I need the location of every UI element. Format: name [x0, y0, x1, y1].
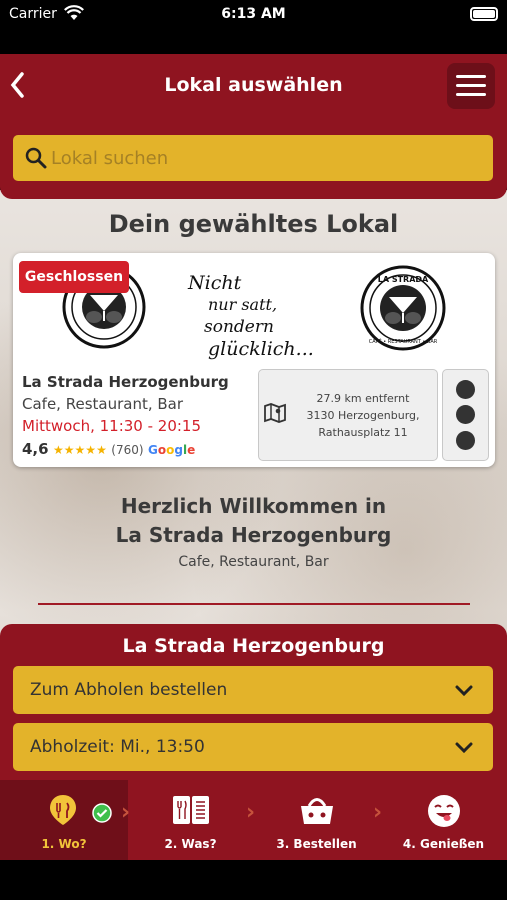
order-title: La Strada Herzogenburg	[122, 635, 385, 657]
welcome-line3: Cafe, Restaurant, Bar	[178, 554, 329, 570]
more-options-button[interactable]	[442, 369, 489, 461]
svg-text:LA STRADA: LA STRADA	[378, 275, 429, 284]
nav-step-what[interactable]: 2. Was?	[128, 780, 253, 860]
nav-label: 1. Wo?	[41, 837, 87, 851]
page-title: Lokal auswählen	[164, 74, 343, 96]
google-logo: Google	[148, 443, 196, 457]
welcome-line2: La Strada Herzogenburg	[115, 523, 392, 547]
nav-label: 4. Genießen	[402, 837, 485, 851]
location-pin-icon	[46, 793, 80, 831]
chevron-down-icon	[455, 682, 473, 701]
section-title: Dein gewähltes Lokal	[108, 210, 399, 238]
nav-step-enjoy[interactable]: 4. Genießen	[380, 780, 507, 860]
more-dots-icon	[456, 380, 475, 399]
status-spacer	[0, 30, 507, 54]
opening-hours: Mittwoch, 11:30 - 20:15	[22, 417, 202, 435]
star-rating-icon: ★★★★★	[53, 443, 107, 457]
nav-step-order[interactable]: 3. Bestellen	[253, 780, 380, 860]
basket-icon	[299, 793, 335, 831]
restaurant-type: Cafe, Restaurant, Bar	[22, 395, 184, 413]
address-line1: 3130 Herzogenburg,	[306, 409, 420, 422]
battery-icon	[470, 7, 498, 21]
address-line2: Rathausplatz 11	[318, 426, 408, 439]
pickup-time-label: Abholzeit: Mi., 13:50	[30, 737, 205, 757]
smiley-face-icon	[426, 793, 462, 833]
restaurant-name: La Strada Herzogenburg	[22, 373, 229, 391]
order-mode-dropdown[interactable]: Zum Abholen bestellen	[13, 666, 493, 714]
search-icon	[25, 147, 47, 173]
nav-label: 2. Was?	[164, 837, 217, 851]
clock: 6:13 AM	[221, 6, 286, 22]
rating-value: 4,6	[22, 440, 49, 458]
status-badge: Geschlossen	[19, 261, 129, 293]
chevron-down-icon	[455, 739, 473, 758]
rating-row: 4,6 ★★★★★ (760) Google	[22, 440, 195, 458]
order-mode-label: Zum Abholen bestellen	[30, 680, 228, 700]
check-circle-icon	[92, 803, 112, 827]
svg-text:CAFÉ • RESTAURANT • BAR: CAFÉ • RESTAURANT • BAR	[369, 337, 438, 345]
home-indicator-area	[0, 860, 507, 900]
nav-label: 3. Bestellen	[276, 837, 357, 851]
pickup-time-dropdown[interactable]: Abholzeit: Mi., 13:50	[13, 723, 493, 771]
search-field[interactable]	[13, 135, 493, 181]
map-icon	[264, 402, 286, 428]
restaurant-slogan: Nicht nur satt, sondern glücklich...	[188, 272, 314, 360]
status-bar: Carrier 6:13 AM	[0, 0, 507, 30]
menu-book-icon	[171, 793, 211, 831]
address-button[interactable]: 27.9 km entfernt 3130 Herzogenburg, Rath…	[258, 369, 438, 461]
menu-button[interactable]	[447, 63, 495, 109]
hamburger-menu-icon	[456, 75, 486, 78]
restaurant-logo-right: LA STRADA CAFÉ • RESTAURANT • BAR	[360, 265, 446, 355]
divider	[38, 603, 470, 605]
distance-label: 27.9 km entfernt	[316, 392, 410, 405]
welcome-line1: Herzlich Willkommen in	[120, 494, 387, 518]
review-count: (760)	[111, 443, 144, 457]
search-input[interactable]	[51, 135, 481, 181]
